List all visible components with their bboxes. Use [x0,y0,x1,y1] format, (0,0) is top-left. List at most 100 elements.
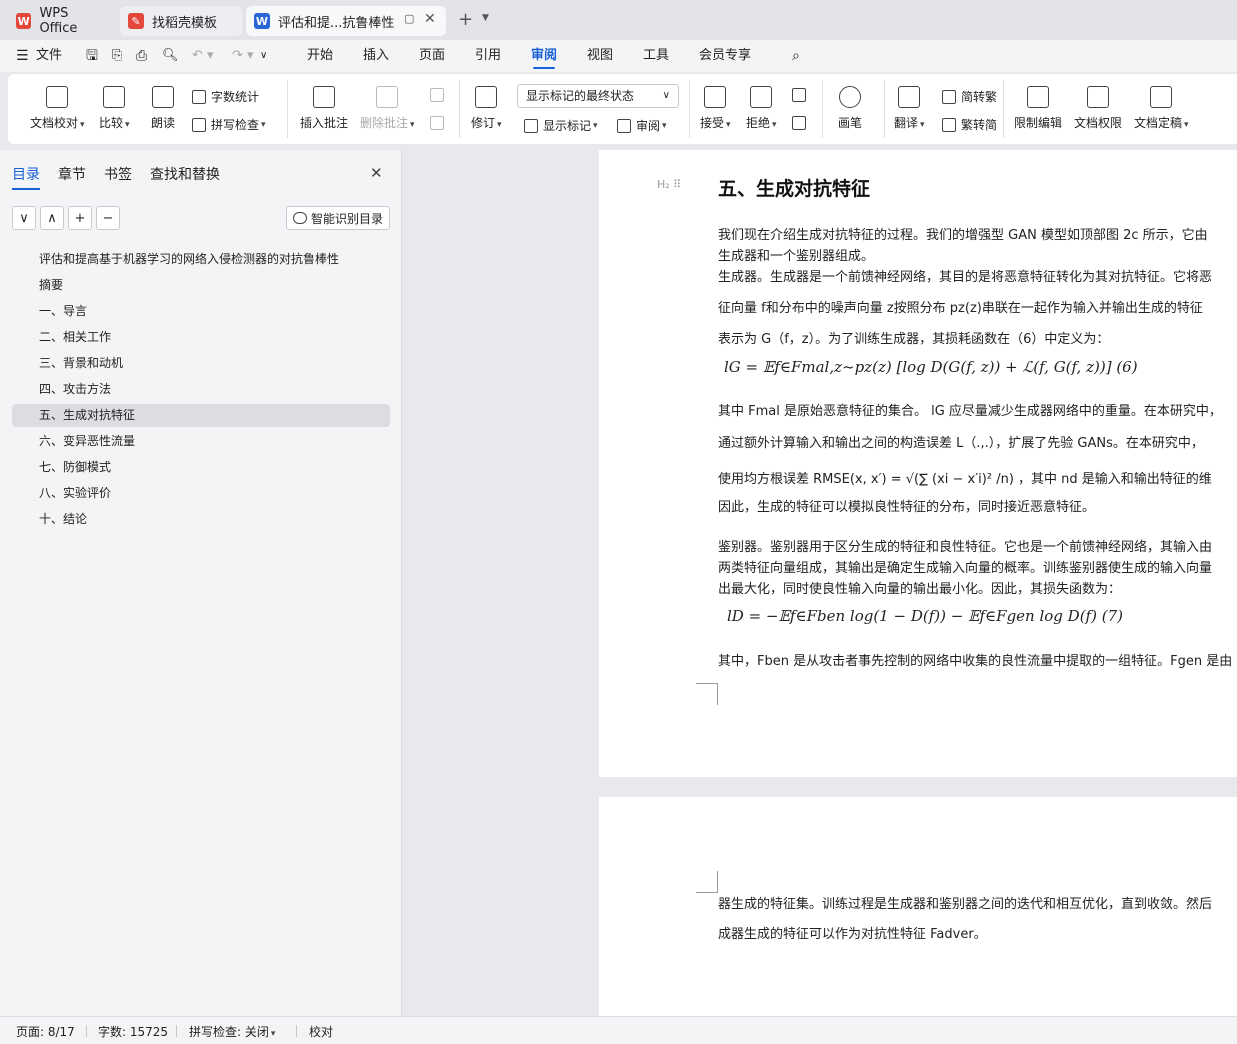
markup-state-value: 显示标记的最终状态 [526,89,635,103]
proofread-indicator[interactable]: 校对 [309,1023,333,1040]
new-tab-icon[interactable]: + [458,9,473,30]
collapse-icon[interactable]: ∨ [12,206,36,230]
translate-button[interactable]: 翻译 ▾ [894,86,925,131]
menu-review[interactable]: 审阅 [531,40,557,72]
menu-start[interactable]: 开始 [307,40,333,72]
menu-view[interactable]: 视图 [587,40,613,72]
print-preview-icon[interactable]: 🔍︎ [162,40,179,72]
toc-item[interactable]: 摘要 [12,274,390,297]
paragraph-line: 其中 Fmal 是原始恶意特征的集合。 lG 应尽量减少生成器网络中的重量。在本… [718,404,1222,419]
delete-comment-icon [376,86,399,108]
toc-item[interactable]: 三、背景和动机 [12,352,390,375]
close-icon[interactable]: ✕ [370,164,383,182]
doc-check-button[interactable]: 文档校对 ▾ [30,86,85,131]
spell-check-indicator[interactable]: 拼写检查: 关闭 ▾ [189,1023,275,1040]
prev-change-button[interactable] [792,88,811,102]
page-indicator[interactable]: 页面: 8/17 [16,1023,75,1040]
tab-template[interactable]: ✎ 找稻壳模板 [120,6,242,36]
save-icon[interactable]: 🖫 [86,40,98,72]
hamburger-icon[interactable]: ☰ [16,40,29,72]
writer-doc-icon: W [254,13,270,29]
compare-button[interactable]: 比较 ▾ [99,86,130,131]
menu-tools[interactable]: 工具 [643,40,669,72]
traditional-to-simplified-button[interactable]: 繁转简 [942,116,997,133]
compare-icon [103,86,126,108]
simplified-to-traditional-icon [942,89,956,104]
pen-button[interactable]: 画笔 [838,86,862,131]
spell-check-label: 拼写检查 [211,118,260,132]
revise-button[interactable]: 修订 ▾ [471,86,502,131]
accept-icon [704,86,727,108]
word-count-button[interactable]: 字数统计 [192,88,259,105]
add-heading-icon[interactable]: + [68,206,92,230]
menu-insert[interactable]: 插入 [363,40,389,72]
undo-icon[interactable]: ↶ ▾ [192,40,214,72]
ribbon-separator [689,80,690,138]
docer-logo-icon: ✎ [128,13,144,29]
next-change-button[interactable] [792,116,811,130]
toc-item[interactable]: 一、导言 [12,300,390,323]
remove-heading-icon[interactable]: − [96,206,120,230]
print-icon[interactable]: ⎙ [136,40,147,72]
more-icon[interactable]: ∨ [260,40,267,72]
show-markup-button[interactable]: 显示标记 ▾ [524,117,598,134]
doc-finalize-label: 文档定稿 [1134,116,1183,130]
prev-comment-button[interactable] [430,88,449,102]
pen-icon [839,86,861,108]
search-icon[interactable]: ⌕ [792,40,800,72]
paragraph-line: 其中，Fben 是从攻击者事先控制的网络中收集的良性流量中提取的一组特征。Fge… [718,654,1233,669]
menu-page[interactable]: 页面 [419,40,445,72]
review-pane-button[interactable]: 审阅 ▾ [617,117,667,134]
restrict-edit-button[interactable]: 限制编辑 [1014,86,1062,131]
compare-label: 比较 [99,116,124,130]
markup-state-dropdown[interactable]: 显示标记的最终状态 ∨ [517,84,679,108]
next-comment-button[interactable] [430,116,449,130]
toc-item[interactable]: 二、相关工作 [12,326,390,349]
paragraph-line: 表示为 G（f，z）。为了训练生成器，其损耗函数在（6）中定义为： [718,332,1110,347]
expand-icon[interactable]: ∧ [40,206,64,230]
revise-label: 修订 [471,116,496,130]
delete-comment-button[interactable]: 删除批注 ▾ [360,86,415,131]
menu-file[interactable]: 文件 [36,40,62,72]
word-count-icon [192,89,206,104]
toc-item[interactable]: 十、结论 [12,508,390,531]
ribbon-separator [884,80,885,138]
tab-bookmarks[interactable]: 书签 [104,164,132,184]
pin-icon[interactable]: ▢ [404,12,414,25]
toc-item[interactable]: 六、变异恶性流量 [12,430,390,453]
doc-finalize-button[interactable]: 文档定稿 ▾ [1134,86,1189,131]
insert-comment-button[interactable]: 插入批注 [300,86,348,131]
word-count-indicator[interactable]: 字数: 15725 [98,1023,168,1040]
document-canvas[interactable]: H₂ ⠿ 五、生成对抗特征 我们现在介绍生成对抗特征的过程。我们的增强型 GAN… [403,150,1237,1016]
spell-check-button[interactable]: 拼写检查 ▾ [192,116,266,133]
status-separator [86,1025,87,1037]
tab-find-replace[interactable]: 查找和替换 [150,164,220,184]
accept-label: 接受 [700,116,725,130]
tab-sections[interactable]: 章节 [58,164,86,184]
chevron-down-icon[interactable]: ▼ [482,13,489,23]
doc-permission-button[interactable]: 文档权限 [1074,86,1122,131]
read-aloud-button[interactable]: 朗读 [151,86,175,131]
redo-icon[interactable]: ↷ ▾ [232,40,254,72]
menu-member[interactable]: 会员专享 [699,40,751,72]
toc-item[interactable]: 四、攻击方法 [12,378,390,401]
revise-icon [475,86,498,108]
spell-check-icon [192,117,206,132]
paragraph-line: 生成器和一个鉴别器组成。 [718,249,875,264]
toc-item[interactable]: 七、防御模式 [12,456,390,479]
tab-document[interactable]: W 评估和提...抗鲁棒性 ▢ ✕ [246,6,446,36]
toc-item-selected[interactable]: 五、生成对抗特征 [12,404,390,427]
restrict-edit-icon [1027,86,1049,108]
tab-wps-office[interactable]: W WPS Office [8,6,116,36]
share-icon[interactable]: ⎘ [112,40,122,72]
tab-toc[interactable]: 目录 [12,164,40,190]
menu-reference[interactable]: 引用 [475,40,501,72]
simplified-to-traditional-button[interactable]: 简转繁 [942,88,997,105]
reject-button[interactable]: 拒绝 ▾ [746,86,777,131]
close-icon[interactable]: ✕ [424,11,436,27]
toc-item[interactable]: 八、实验评价 [12,482,390,505]
accept-button[interactable]: 接受 ▾ [700,86,731,131]
prev-change-icon [792,88,806,102]
toc-item[interactable]: 评估和提高基于机器学习的网络入侵检测器的对抗鲁棒性 [12,248,390,271]
smart-toc-button[interactable]: 智能识别目录 [286,206,390,230]
